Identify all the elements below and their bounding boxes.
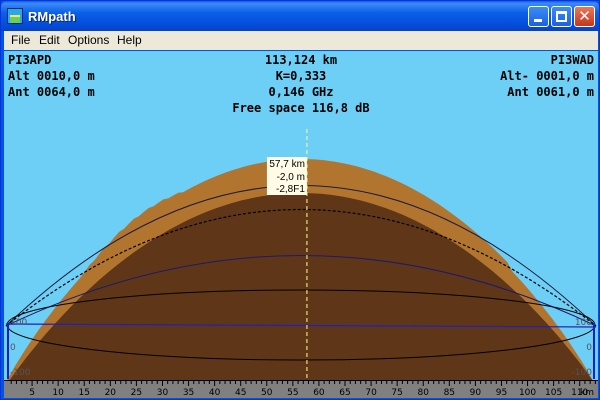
free-space-loss: Free space 116,8 dB bbox=[232, 101, 370, 115]
frequency: 0,146 GHz bbox=[268, 85, 334, 99]
minimize-icon bbox=[534, 19, 542, 22]
close-button[interactable]: ✕ bbox=[574, 6, 595, 27]
scale-label-right-top: 100 bbox=[575, 318, 592, 328]
axis-tick-label: 5 bbox=[29, 388, 35, 398]
axis-tick-label: 65 bbox=[339, 388, 350, 398]
axis-tick-label: 105 bbox=[545, 388, 562, 398]
axis-tick-label: 75 bbox=[391, 388, 402, 398]
axis-tick-label: 35 bbox=[183, 388, 194, 398]
menu-file[interactable]: File bbox=[11, 33, 30, 47]
axis-tick-label: 20 bbox=[105, 388, 117, 398]
app-window: RMpath ✕ File Edit Options Help 100 0 -100… bbox=[0, 0, 600, 400]
axis-tick-label: 25 bbox=[131, 388, 142, 398]
menu-bar: File Edit Options Help bbox=[4, 31, 598, 50]
close-icon: ✕ bbox=[578, 7, 591, 25]
scale-label-right-mid: 0 bbox=[586, 343, 592, 353]
axis-tick-label: 15 bbox=[79, 388, 90, 398]
scale-label-right-bottom: -100 bbox=[572, 368, 593, 378]
maximize-button[interactable] bbox=[551, 6, 572, 27]
minimize-button[interactable] bbox=[528, 6, 549, 27]
rmpath-app-icon[interactable] bbox=[7, 8, 23, 24]
path-distance: 113,124 km bbox=[264, 53, 338, 67]
menu-help[interactable]: Help bbox=[117, 33, 142, 47]
scale-label-left-bottom: -100 bbox=[10, 368, 31, 378]
path-profile-view[interactable]: 100 0 -100 100 0 -100 57,7 km -2,0 m -2,8F1 5 10 15… bbox=[4, 51, 598, 398]
cursor-readout-height: -2,0 m bbox=[277, 172, 305, 183]
axis-tick-label: 30 bbox=[157, 388, 169, 398]
axis-tick-label: 10 bbox=[52, 388, 64, 398]
axis-tick-label: 60 bbox=[313, 388, 325, 398]
maximize-icon bbox=[556, 11, 567, 22]
menu-edit[interactable]: Edit bbox=[39, 33, 60, 47]
axis-tick-label: 100 bbox=[519, 388, 536, 398]
axis-tick-label: 40 bbox=[209, 388, 221, 398]
menu-options[interactable]: Options bbox=[68, 33, 109, 47]
axis-tick-label: 80 bbox=[418, 388, 430, 398]
window-title: RMpath bbox=[28, 9, 76, 24]
k-factor: K=0,333 bbox=[275, 69, 327, 83]
title-bar[interactable]: RMpath ✕ bbox=[1, 1, 599, 31]
scale-label-left-top: 100 bbox=[10, 318, 27, 328]
scale-label-left-mid: 0 bbox=[10, 343, 16, 353]
axis-tick-label: 85 bbox=[444, 388, 455, 398]
axis-tick-label: 45 bbox=[235, 388, 246, 398]
axis-unit-label: km bbox=[580, 388, 594, 398]
axis-tick-label: 90 bbox=[470, 388, 482, 398]
cursor-readout-clearance: -2,8F1 bbox=[276, 184, 305, 195]
cursor-readout-distance: 57,7 km bbox=[269, 159, 305, 170]
axis-tick-label: 95 bbox=[496, 388, 507, 398]
axis-tick-label: 50 bbox=[261, 388, 273, 398]
distance-axis bbox=[4, 380, 598, 398]
axis-tick-label: 70 bbox=[365, 388, 377, 398]
axis-tick-label: 55 bbox=[287, 388, 298, 398]
